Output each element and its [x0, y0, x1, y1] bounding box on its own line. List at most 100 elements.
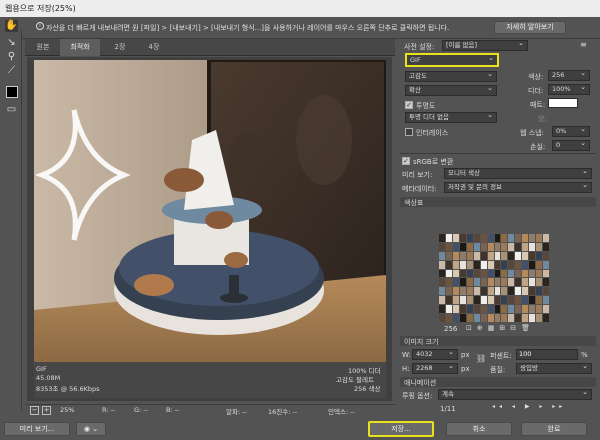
color-swatch[interactable] [494, 234, 501, 242]
color-swatch[interactable] [480, 296, 487, 305]
color-swatch[interactable] [466, 305, 473, 314]
color-swatch[interactable] [536, 296, 543, 305]
color-swatch[interactable] [480, 287, 487, 296]
color-swatch[interactable] [543, 305, 549, 314]
color-swatch[interactable] [445, 251, 452, 260]
color-swatch[interactable] [487, 269, 494, 278]
color-swatch[interactable] [459, 287, 466, 296]
color-table-actions[interactable]: ⊡⊕▦⊞⊟🗑 [466, 324, 535, 332]
color-swatch[interactable] [494, 269, 501, 278]
color-swatch[interactable] [480, 234, 487, 242]
color-swatch[interactable] [445, 269, 452, 278]
animation-controls[interactable]: ◂◂ ◂ ▶ ▸ ▸▸ [492, 403, 592, 413]
lossy-input[interactable]: 0 [552, 139, 590, 151]
color-swatch[interactable] [452, 278, 459, 287]
color-swatch[interactable] [439, 251, 445, 260]
color-swatch[interactable] [501, 296, 508, 305]
color-swatch[interactable] [522, 305, 529, 314]
color-swatch[interactable] [522, 260, 529, 269]
done-button[interactable]: 완료 [521, 422, 587, 436]
color-swatch[interactable] [508, 278, 515, 287]
color-swatch[interactable] [522, 269, 529, 278]
color-swatch[interactable] [452, 242, 459, 251]
color-swatch[interactable] [501, 260, 508, 269]
color-swatch[interactable] [529, 234, 536, 242]
preset-select[interactable]: [이름 없음] [442, 39, 528, 51]
resample-select[interactable]: 쌍입방 [516, 362, 592, 374]
color-swatch[interactable] [473, 287, 480, 296]
color-swatch[interactable] [452, 260, 459, 269]
color-swatch[interactable] [515, 242, 522, 251]
color-swatch[interactable] [543, 260, 549, 269]
color-swatch[interactable] [543, 234, 549, 242]
color-swatch[interactable] [536, 287, 543, 296]
color-swatch[interactable] [487, 314, 494, 322]
color-swatch[interactable] [529, 260, 536, 269]
color-swatch[interactable] [480, 305, 487, 314]
preview-in-browser-button[interactable]: 미리 보기... [4, 422, 70, 436]
color-swatch[interactable] [543, 314, 549, 322]
color-swatch[interactable] [439, 234, 445, 242]
color-swatch[interactable] [515, 305, 522, 314]
color-swatch[interactable] [466, 296, 473, 305]
color-swatch[interactable] [515, 287, 522, 296]
zoom-level[interactable]: 25% [60, 406, 74, 414]
color-swatch[interactable] [529, 278, 536, 287]
color-swatch[interactable] [494, 278, 501, 287]
color-swatch[interactable] [522, 314, 529, 322]
color-swatch[interactable] [480, 242, 487, 251]
color-swatch[interactable] [480, 251, 487, 260]
color-swatch[interactable] [501, 269, 508, 278]
color-swatch[interactable] [529, 287, 536, 296]
color-swatch[interactable] [501, 234, 508, 242]
color-swatch[interactable] [439, 305, 445, 314]
color-swatch[interactable] [515, 278, 522, 287]
tab-optimized[interactable]: 최적화 [60, 39, 100, 56]
color-swatch[interactable] [459, 305, 466, 314]
color-swatch[interactable] [501, 242, 508, 251]
learn-more-button[interactable]: 자세히 알아보기 [494, 21, 566, 34]
color-swatch[interactable] [473, 234, 480, 242]
slice-select-tool-icon[interactable]: ↘ [5, 37, 18, 49]
color-swatch[interactable] [473, 296, 480, 305]
color-swatch[interactable] [480, 269, 487, 278]
color-swatch[interactable] [445, 305, 452, 314]
color-swatch[interactable] [480, 278, 487, 287]
preview-mode-select[interactable]: 모니터 색상 [444, 167, 592, 179]
color-swatch[interactable] [543, 251, 549, 260]
color-swatch[interactable] [487, 287, 494, 296]
eyedropper-tool-icon[interactable]: ⟋ [5, 65, 18, 77]
interlaced-checkbox[interactable] [405, 128, 413, 136]
color-swatch[interactable] [529, 269, 536, 278]
websnap-input[interactable]: 0% [552, 125, 590, 137]
color-swatch[interactable] [501, 314, 508, 322]
color-swatch[interactable] [508, 287, 515, 296]
color-swatch[interactable] [522, 287, 529, 296]
color-swatch[interactable] [543, 242, 549, 251]
color-swatch[interactable] [473, 251, 480, 260]
color-swatch[interactable] [452, 234, 459, 242]
color-swatch[interactable] [522, 278, 529, 287]
color-swatch[interactable] [480, 314, 487, 322]
percent-input[interactable]: 100 [516, 349, 578, 360]
color-swatch[interactable] [508, 242, 515, 251]
color-swatch[interactable] [473, 260, 480, 269]
color-swatch[interactable] [466, 242, 473, 251]
color-swatch[interactable] [522, 296, 529, 305]
color-swatch[interactable] [543, 269, 549, 278]
panel-menu-icon[interactable]: ≡ [580, 40, 587, 49]
color-swatch[interactable] [473, 242, 480, 251]
color-swatch[interactable] [508, 269, 515, 278]
color-swatch[interactable] [445, 287, 452, 296]
loop-select[interactable]: 계속 [438, 388, 592, 400]
color-swatch[interactable] [536, 260, 543, 269]
color-swatch[interactable] [536, 242, 543, 251]
color-swatch[interactable] [445, 314, 452, 322]
color-swatch[interactable] [501, 287, 508, 296]
color-swatch[interactable] [439, 287, 445, 296]
color-swatch[interactable] [508, 314, 515, 322]
color-swatch[interactable] [536, 269, 543, 278]
color-swatch[interactable] [487, 242, 494, 251]
color-swatch[interactable] [515, 314, 522, 322]
color-swatch[interactable] [529, 251, 536, 260]
